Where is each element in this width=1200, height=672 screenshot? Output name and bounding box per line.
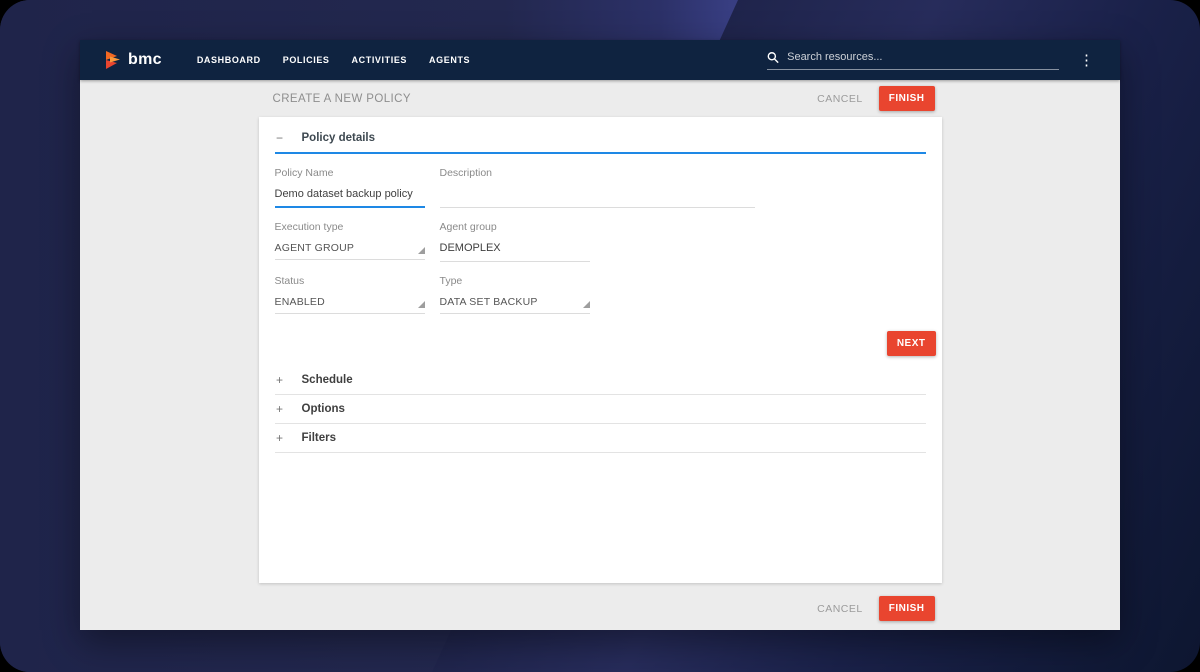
search-box[interactable]: [767, 51, 1059, 70]
description-field: Description: [440, 167, 755, 208]
kebab-menu-icon[interactable]: ⋮: [1075, 51, 1098, 70]
bmc-logo: bmc: [102, 50, 162, 70]
top-navigation-bar: bmc DASHBOARD POLICIES ACTIVITIES AGENTS…: [80, 40, 1120, 80]
next-row: NEXT: [275, 331, 936, 356]
bmc-logo-icon: [102, 50, 124, 70]
form-row-3: Status ENABLED Type DATA SET BACKUP: [275, 275, 926, 314]
page-title: CREATE A NEW POLICY: [273, 93, 411, 105]
section-schedule[interactable]: + Schedule: [275, 366, 926, 395]
agent-group-field: Agent group: [440, 221, 590, 262]
dropdown-triangle-icon: [418, 247, 425, 254]
status-select[interactable]: ENABLED: [275, 287, 425, 314]
type-value: DATA SET BACKUP: [440, 296, 538, 308]
form-area: − Policy details Policy Name Description: [259, 117, 942, 621]
brand-name: bmc: [128, 51, 162, 69]
primary-nav: DASHBOARD POLICIES ACTIVITIES AGENTS: [186, 55, 481, 65]
expand-icon: +: [275, 402, 285, 416]
policy-name-label: Policy Name: [275, 167, 425, 179]
policy-form-card: − Policy details Policy Name Description: [259, 117, 942, 583]
page-header: CREATE A NEW POLICY CANCEL FINISH: [259, 80, 942, 117]
type-select[interactable]: DATA SET BACKUP: [440, 287, 590, 314]
finish-button[interactable]: FINISH: [879, 86, 935, 111]
desktop-background: bmc DASHBOARD POLICIES ACTIVITIES AGENTS…: [0, 0, 1200, 672]
agent-group-input[interactable]: [440, 233, 590, 262]
execution-type-value: AGENT GROUP: [275, 242, 355, 254]
policy-name-input[interactable]: [275, 179, 425, 208]
nav-dashboard[interactable]: DASHBOARD: [186, 55, 272, 65]
section-schedule-label: Schedule: [302, 374, 353, 386]
execution-type-select[interactable]: AGENT GROUP: [275, 233, 425, 260]
app-window: bmc DASHBOARD POLICIES ACTIVITIES AGENTS…: [80, 40, 1120, 630]
footer-actions: CANCEL FINISH: [259, 583, 942, 621]
execution-type-field: Execution type AGENT GROUP: [275, 221, 425, 262]
section-policy-details-label: Policy details: [302, 132, 376, 144]
nav-activities[interactable]: ACTIVITIES: [341, 55, 419, 65]
execution-type-label: Execution type: [275, 221, 425, 233]
section-policy-details[interactable]: − Policy details: [275, 117, 926, 152]
collapse-icon: −: [275, 131, 285, 145]
section-filters[interactable]: + Filters: [275, 424, 926, 453]
dropdown-triangle-icon: [418, 301, 425, 308]
type-label: Type: [440, 275, 590, 287]
status-label: Status: [275, 275, 425, 287]
description-label: Description: [440, 167, 755, 179]
agent-group-label: Agent group: [440, 221, 590, 233]
status-field: Status ENABLED: [275, 275, 425, 314]
next-button[interactable]: NEXT: [887, 331, 936, 356]
active-section-underline: [275, 152, 926, 154]
search-input[interactable]: [787, 51, 1059, 63]
nav-right-tools: ⋮: [767, 51, 1098, 70]
form-row-2: Execution type AGENT GROUP Agent group: [275, 221, 926, 262]
section-options-label: Options: [302, 403, 345, 415]
nav-agents[interactable]: AGENTS: [418, 55, 481, 65]
search-icon: [767, 51, 779, 64]
status-value: ENABLED: [275, 296, 325, 308]
dropdown-triangle-icon: [583, 301, 590, 308]
description-input[interactable]: [440, 179, 755, 208]
expand-icon: +: [275, 431, 285, 445]
header-actions: CANCEL FINISH: [817, 86, 934, 111]
form-row-1: Policy Name Description: [275, 167, 926, 208]
section-options[interactable]: + Options: [275, 395, 926, 424]
expand-icon: +: [275, 373, 285, 387]
footer-finish-button[interactable]: FINISH: [879, 596, 935, 621]
policy-name-field: Policy Name: [275, 167, 425, 208]
type-field: Type DATA SET BACKUP: [440, 275, 590, 314]
nav-policies[interactable]: POLICIES: [272, 55, 341, 65]
section-filters-label: Filters: [302, 432, 337, 444]
footer-cancel-button[interactable]: CANCEL: [817, 603, 863, 615]
page-content: CREATE A NEW POLICY CANCEL FINISH − Poli…: [80, 80, 1120, 630]
cancel-button[interactable]: CANCEL: [817, 93, 863, 105]
